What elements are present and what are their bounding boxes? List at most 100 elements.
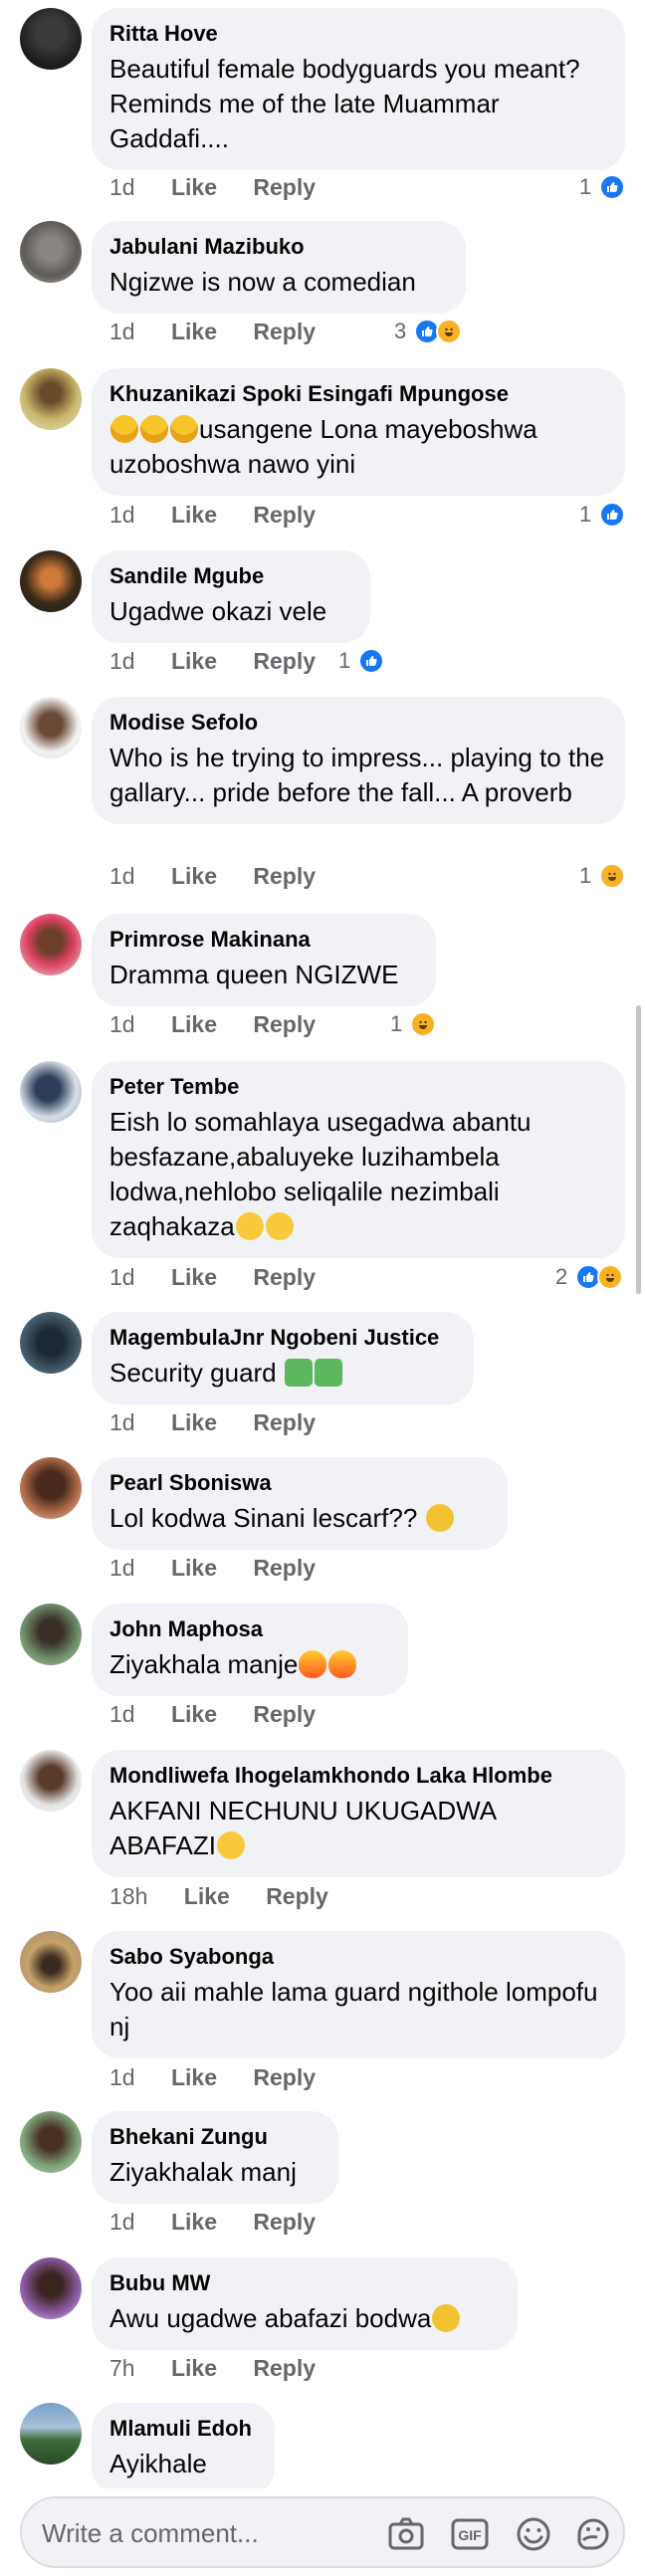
comment-time[interactable]: 1d	[109, 863, 135, 889]
comment-text: Ziyakhala manje	[109, 1647, 388, 1682]
avatar[interactable]	[20, 1061, 82, 1123]
commenter-name[interactable]: Bubu MW	[109, 2269, 498, 2297]
comment-time[interactable]: 18h	[109, 1883, 147, 1909]
comment-time[interactable]: 1d	[109, 319, 135, 344]
avatar[interactable]	[20, 2257, 82, 2319]
like-button[interactable]: Like	[171, 2209, 217, 2235]
emoji-icon[interactable]	[514, 2514, 553, 2554]
avatar[interactable]	[20, 697, 82, 758]
avatar[interactable]	[20, 1931, 82, 1993]
reaction-summary[interactable]: 1	[338, 646, 385, 676]
reaction-summary[interactable]: 2	[555, 1262, 624, 1292]
comment-time[interactable]: 7h	[109, 2355, 135, 2381]
commenter-name[interactable]: Sabo Syabonga	[109, 1943, 605, 1971]
comment-time[interactable]: 1d	[109, 1555, 135, 1581]
avatar[interactable]	[20, 2111, 82, 2173]
comment-text-body: Ziyakhala manje	[109, 1649, 299, 1679]
like-button[interactable]: Like	[171, 1555, 217, 1581]
comment-text: Yoo aii mahle lama guard ngithole lompof…	[109, 1977, 598, 2041]
gif-icon[interactable]: GIF	[450, 2514, 490, 2554]
reply-button[interactable]: Reply	[253, 1555, 316, 1581]
reaction-summary[interactable]: 3	[394, 317, 463, 346]
like-button[interactable]: Like	[171, 2355, 217, 2381]
comment-bubble: Primrose Makinana Dramma queen NGIZWE	[92, 914, 436, 1006]
reply-button[interactable]: Reply	[253, 863, 316, 889]
avatar[interactable]	[20, 1457, 82, 1519]
fire-emoji-icon	[328, 1650, 357, 1678]
reaction-summary[interactable]: 1	[579, 500, 626, 530]
like-button[interactable]: Like	[171, 1409, 217, 1435]
smiling-emoji-icon	[216, 1831, 245, 1859]
reply-button[interactable]: Reply	[253, 2209, 316, 2235]
avatar[interactable]	[20, 2403, 82, 2465]
reply-button[interactable]: Reply	[253, 648, 316, 674]
comment-bubble: Bubu MW Awu ugadwe abafazi bodwa	[92, 2257, 518, 2350]
reaction-summary[interactable]: 1	[579, 861, 626, 891]
commenter-name[interactable]: Modise Sefolo	[109, 709, 605, 737]
like-button[interactable]: Like	[171, 863, 217, 889]
comment-time[interactable]: 1d	[109, 1264, 135, 1290]
like-button[interactable]: Like	[171, 648, 217, 674]
like-button[interactable]: Like	[171, 1701, 217, 1727]
reply-button[interactable]: Reply	[266, 1883, 328, 1909]
like-button[interactable]: Like	[171, 1011, 217, 1037]
comment-time[interactable]: 1d	[109, 1409, 135, 1435]
reply-button[interactable]: Reply	[253, 1011, 316, 1037]
avatar[interactable]	[20, 8, 82, 70]
comment-actions: 1d Like Reply	[109, 2062, 345, 2092]
comment-actions: 7h Like Reply	[109, 2353, 345, 2383]
commenter-name[interactable]: Sandile Mgube	[109, 562, 350, 590]
commenter-name[interactable]: Khuzanikazi Spoki Esingafi Mpungose	[109, 380, 605, 408]
reply-button[interactable]: Reply	[253, 1701, 316, 1727]
reply-button[interactable]: Reply	[253, 1264, 316, 1290]
comment-time[interactable]: 1d	[109, 2209, 135, 2235]
comment-time[interactable]: 1d	[109, 1701, 135, 1727]
commenter-name[interactable]: Pearl Sboniswa	[109, 1469, 488, 1497]
reply-button[interactable]: Reply	[253, 174, 316, 200]
avatar[interactable]	[20, 221, 82, 283]
reaction-summary[interactable]: 1	[579, 172, 626, 202]
commenter-name[interactable]: MagembulaJnr Ngobeni Justice	[109, 1324, 454, 1352]
comment-bubble: Sabo Syabonga Yoo aii mahle lama guard n…	[92, 1931, 625, 2058]
comment-time[interactable]: 1d	[109, 648, 135, 674]
comment-time[interactable]: 1d	[109, 502, 135, 528]
like-button[interactable]: Like	[171, 174, 217, 200]
avatar[interactable]	[20, 550, 82, 612]
reply-button[interactable]: Reply	[253, 502, 316, 528]
comment-time[interactable]: 1d	[109, 1011, 135, 1037]
reply-button[interactable]: Reply	[253, 2064, 316, 2090]
commenter-name[interactable]: Peter Tembe	[109, 1073, 605, 1101]
smiling-emoji-icon	[235, 1212, 264, 1240]
comment-time[interactable]: 1d	[109, 174, 135, 200]
scrollbar[interactable]	[636, 1005, 641, 1294]
like-button[interactable]: Like	[171, 319, 217, 344]
commenter-name[interactable]: Jabulani Mazibuko	[109, 233, 446, 261]
like-button[interactable]: Like	[171, 2064, 217, 2090]
guard-emoji-icon	[314, 1359, 342, 1387]
winking-emoji-icon	[265, 1212, 294, 1240]
like-button[interactable]: Like	[184, 1883, 230, 1909]
commenter-name[interactable]: Primrose Makinana	[109, 926, 416, 954]
like-button[interactable]: Like	[171, 1264, 217, 1290]
commenter-name[interactable]: Bhekani Zungu	[109, 2123, 319, 2151]
reply-button[interactable]: Reply	[253, 1409, 316, 1435]
reply-button[interactable]: Reply	[253, 2355, 316, 2381]
comment-text: Dramma queen NGIZWE	[109, 960, 399, 989]
reaction-summary[interactable]: 1	[390, 1009, 437, 1039]
commenter-name[interactable]: Ritta Hove	[109, 20, 605, 48]
commenter-name[interactable]: John Maphosa	[109, 1615, 388, 1643]
comment-time[interactable]: 1d	[109, 2064, 135, 2090]
commenter-name[interactable]: Mlamuli Edoh	[109, 2415, 255, 2443]
reply-button[interactable]: Reply	[253, 319, 316, 344]
comment-input[interactable]: Write a comment... GIF	[20, 2496, 625, 2568]
avatar[interactable]	[20, 368, 82, 430]
commenter-name[interactable]: Mondliwefa Ihogelamkhondo Laka Hlombe	[109, 1762, 605, 1790]
like-button[interactable]: Like	[171, 502, 217, 528]
camera-icon[interactable]	[386, 2514, 426, 2554]
avatar[interactable]	[20, 1750, 82, 1812]
avatar[interactable]	[20, 1312, 82, 1374]
avatar[interactable]	[20, 914, 82, 975]
sticker-icon[interactable]	[573, 2514, 613, 2554]
like-reaction-icon	[599, 502, 626, 528]
avatar[interactable]	[20, 1604, 82, 1665]
